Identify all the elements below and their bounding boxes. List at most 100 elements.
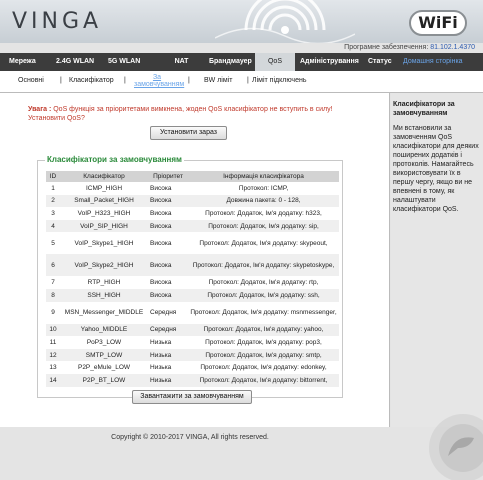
tab-basic[interactable]: Основні	[18, 77, 44, 84]
row-info: Протокол: Додаток, Ім'я додатку: skypeou…	[199, 239, 328, 247]
row-id: 5	[51, 239, 55, 247]
tab-default-line2: замовчуванням	[134, 81, 185, 88]
row-priority: Низька	[150, 364, 172, 372]
col-classifier: Класифікатор	[60, 171, 148, 182]
nav-wlan24[interactable]: 2.4G WLAN	[50, 53, 102, 71]
row-id: 2	[46, 194, 60, 208]
header: VINGA WiFi	[0, 0, 483, 43]
row-priority: Висока	[150, 184, 172, 192]
row-classifier: VoIP_Skype1_HIGH	[74, 239, 134, 247]
row-priority: Середня	[150, 309, 177, 317]
row-classifier: PoP3_LOW	[86, 338, 122, 346]
nav-nat[interactable]: NAT	[160, 53, 203, 71]
row-classifier: SMTP_LOW	[60, 348, 148, 362]
row-id: 8	[46, 288, 60, 302]
col-priority: Пріоритет	[148, 171, 188, 182]
table-row: 13 P2P_eMule_LOW Низька Протокол: Додаток, …	[46, 361, 339, 374]
table-row: 3 VoIP_H323_HIGH Висока Протокол: Додаток, …	[46, 207, 339, 220]
watermark-logo	[429, 414, 483, 480]
row-id: 1	[51, 184, 55, 192]
vinga-logo: VINGA	[12, 9, 103, 34]
warning-label: Увага :	[28, 106, 52, 113]
nav-network[interactable]: Мережа	[0, 53, 50, 71]
row-classifier: P2P_BT_LOW	[60, 373, 148, 387]
nav-qos[interactable]: QoS	[255, 53, 295, 71]
tab-bw-limit[interactable]: BW ліміт	[204, 77, 232, 84]
row-classifier: SSH_HIGH	[60, 288, 148, 302]
row-id: 4	[46, 219, 60, 233]
nav-wlan5[interactable]: 5G WLAN	[102, 53, 160, 71]
upload-default-button[interactable]: Завантажити за замовчуванням	[132, 390, 252, 404]
table-header-row: ID Класифікатор Пріоритет Інформація кла…	[46, 171, 339, 182]
row-classifier: MSN_Messenger_MIDDLE	[64, 309, 144, 317]
firmware-info: Програмне забезпечення: 81.102.1.4370	[344, 43, 475, 52]
table-row: 5 VoIP_Skype1_HIGH Висока Протокол: Додаток…	[46, 232, 339, 254]
copyright: Copyright © 2010-2017 VINGA, All rights …	[111, 434, 269, 441]
row-id: 9	[51, 309, 55, 317]
table-row: 8 SSH_HIGH Висока Протокол: Додаток, Ім'я д…	[46, 288, 339, 302]
table-row: 4 VoIP_SIP_HIGH Висока Протокол: Додаток, І…	[46, 219, 339, 233]
firmware-label: Програмне забезпечення:	[344, 44, 429, 51]
row-info: Протокол: ICMP,	[238, 184, 289, 192]
nav-admin[interactable]: Адміністрування	[297, 53, 364, 71]
row-classifier: P2P_eMule_LOW	[77, 364, 131, 372]
col-id: ID	[46, 171, 60, 182]
fieldset-legend: Класифікатори за замовчуванням	[45, 155, 184, 164]
table-row: 12 SMTP_LOW Низька Протокол: Додаток, Ім'я …	[46, 348, 339, 362]
qos-warning: Увага : QoS функція за пріоритетами вимк…	[28, 105, 353, 123]
row-info: Протокол: Додаток, Ім'я додатку: bittorr…	[188, 373, 339, 387]
col-info: Інформація класифікатора	[188, 171, 339, 182]
table-row: 6 VoIP_Skype2_HIGH Висока Протокол: Додаток…	[46, 254, 339, 277]
help-text: Ми встановили за замовченням QoS класифі…	[393, 125, 479, 213]
row-classifier: VoIP_H323_HIGH	[77, 209, 131, 217]
row-priority: Висока	[150, 239, 172, 247]
table-row: 9 MSN_Messenger_MIDDLE Середня Протокол: До…	[46, 302, 339, 324]
row-info: Протокол: Додаток, Ім'я додатку: h323,	[205, 209, 322, 217]
tab-default-line1: За	[152, 74, 162, 81]
table-row: 2 Small_Packet_HIGH Висока Довжина пакета: …	[46, 194, 339, 208]
row-classifier: ICMP_HIGH	[85, 184, 123, 192]
row-info: Протокол: Додаток, Ім'я додатку: yahoo,	[188, 323, 339, 337]
row-info: Протокол: Додаток, Ім'я додатку: skypeto…	[188, 254, 339, 277]
separator: |	[60, 77, 62, 84]
row-classifier: VoIP_Skype2_HIGH	[60, 254, 148, 277]
row-info: Довжина пакета: 0 - 128,	[188, 194, 339, 208]
tab-conn-limit[interactable]: Ліміт підключень	[252, 77, 306, 84]
row-info: Протокол: Додаток, Ім'я додатку: ssh,	[188, 288, 339, 302]
row-id: 6	[46, 254, 60, 277]
nav-firewall[interactable]: Брандмауер	[203, 53, 253, 71]
wifi-logo: WiFi	[409, 10, 467, 36]
tab-default[interactable]: За замовчуванням	[134, 74, 185, 88]
row-priority: Низька	[148, 348, 188, 362]
row-info: Протокол: Додаток, Ім'я додатку: rtp,	[208, 279, 319, 287]
table-row: 10 Yahoo_MIDDLE Середня Протокол: Додаток, …	[46, 323, 339, 337]
row-priority: Низька	[148, 373, 188, 387]
table-row: 7 RTP_HIGH Висока Протокол: Додаток, Ім'я д…	[46, 276, 339, 289]
signal-waves-graphic	[215, 0, 355, 43]
separator: |	[247, 77, 249, 84]
row-priority: Висока	[150, 209, 172, 217]
row-classifier: VoIP_SIP_HIGH	[60, 219, 148, 233]
nav-status[interactable]: Статус	[364, 53, 400, 71]
row-priority: Середня	[148, 323, 188, 337]
row-priority: Висока	[150, 279, 172, 287]
help-title: Класифікатори за замовчуванням	[393, 101, 455, 117]
table-row: 14 P2P_BT_LOW Низька Протокол: Додаток, Ім'…	[46, 373, 339, 387]
main-content: Увага : QoS функція за пріоритетами вимк…	[0, 93, 390, 427]
row-id: 7	[51, 279, 55, 287]
nav-home[interactable]: Домашня сторінка	[400, 53, 466, 71]
row-id: 12	[46, 348, 60, 362]
main-navigation: Мережа 2.4G WLAN 5G WLAN NAT Брандмауер …	[0, 53, 483, 71]
row-info: Протокол: Додаток, Ім'я додатку: sip,	[188, 219, 339, 233]
row-priority: Висока	[148, 288, 188, 302]
separator: |	[188, 77, 190, 84]
firmware-version: 81.102.1.4370	[430, 44, 475, 51]
tab-classifier[interactable]: Класифікатор	[69, 77, 114, 84]
set-qos-now-button[interactable]: Установити зараз	[150, 126, 227, 140]
row-info: Протокол: Додаток, Ім'я додатку: edonkey…	[200, 364, 327, 372]
sub-navigation: Основні | Класифікатор | За замовчування…	[0, 71, 483, 93]
classifiers-table: ID Класифікатор Пріоритет Інформація кла…	[46, 171, 339, 387]
row-id: 13	[49, 364, 57, 372]
table-row: 11 PoP3_LOW Низька Протокол: Додаток, Ім'я …	[46, 336, 339, 349]
row-id: 3	[51, 209, 55, 217]
